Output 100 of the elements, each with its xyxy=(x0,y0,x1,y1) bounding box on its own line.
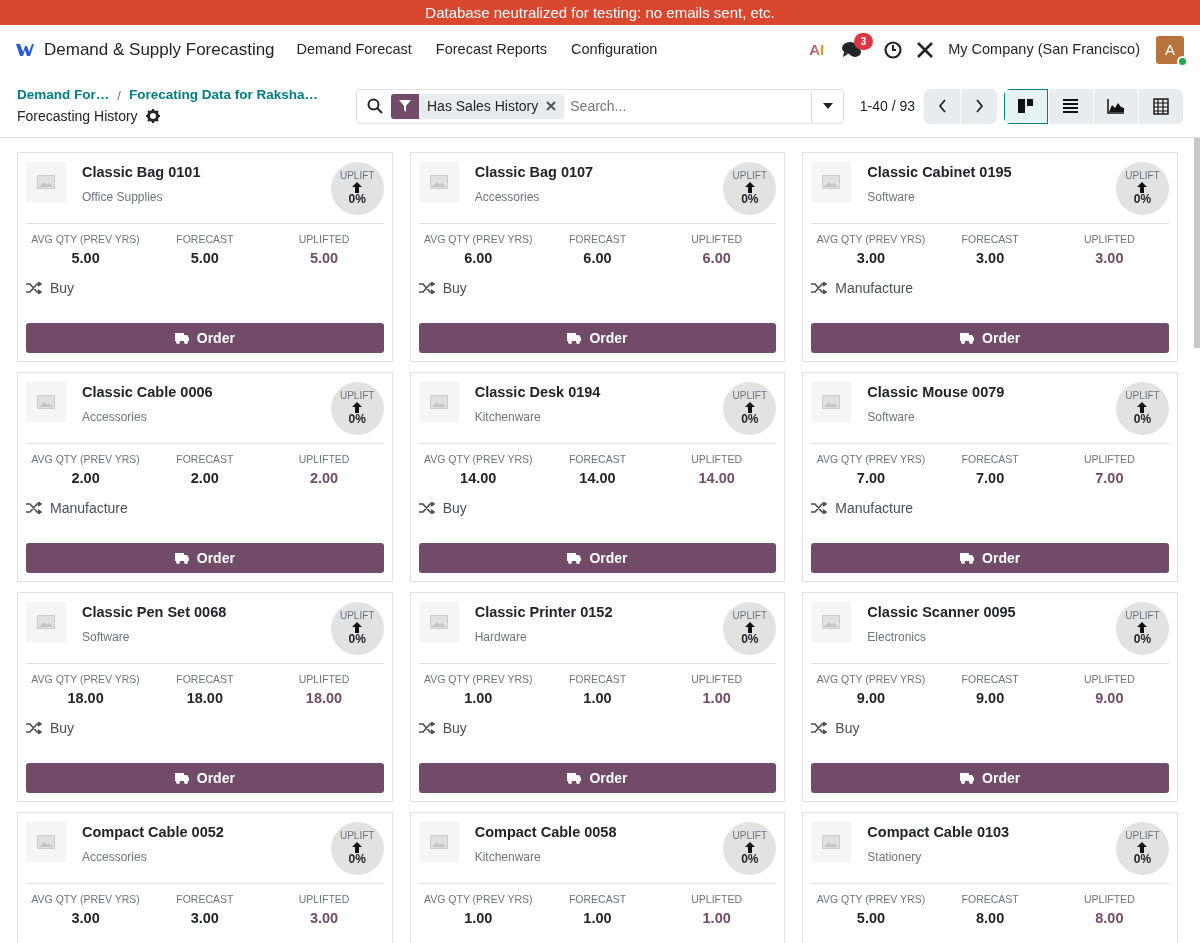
list-icon xyxy=(1062,97,1080,115)
view-switch-button[interactable] xyxy=(1049,88,1093,124)
uplift-value: 0% xyxy=(741,192,759,206)
previous-page-button[interactable] xyxy=(924,88,960,124)
order-button[interactable]: Order xyxy=(26,543,384,573)
stat-value: 5.00 xyxy=(189,248,220,268)
remove-facet-icon[interactable] xyxy=(546,101,557,111)
stat-value: 8.00 xyxy=(975,908,1006,928)
menu-item[interactable]: Forecast Reports xyxy=(435,39,548,61)
truck-icon xyxy=(960,332,975,344)
tools-icon[interactable] xyxy=(916,41,935,59)
uplift-value: 0% xyxy=(348,852,366,866)
product-card[interactable]: Classic Printer 0152 Hardware UPLIFT 0% AVG QTY (PREV YRS) 1.00 FORECAST 1.00 UPLIFTED 1.00 Buy Order xyxy=(409,592,786,802)
stat-label: UPLIFTED xyxy=(297,232,351,247)
uplift-value: 0% xyxy=(1133,852,1152,866)
breadcrumb-link[interactable]: Demand For… xyxy=(17,85,110,106)
image-icon xyxy=(429,615,448,629)
menu-item[interactable]: Configuration xyxy=(571,39,658,61)
truck-icon xyxy=(174,772,189,784)
clock-icon[interactable] xyxy=(884,41,903,59)
stat-label: UPLIFTED xyxy=(297,672,351,687)
stat-label: UPLIFTED xyxy=(1082,232,1136,247)
company-switcher[interactable]: My Company (San Francisco) xyxy=(948,39,1140,61)
product-card[interactable]: Classic Bag 0107 Accessories UPLIFT 0% AVG QTY (PREV YRS) 6.00 FORECAST 6.00 UPLIFTED 6.00 Buy Order xyxy=(409,152,786,362)
order-button[interactable]: Order xyxy=(418,543,777,573)
route-label: Manufacture xyxy=(835,498,914,518)
breadcrumb-separator: / xyxy=(117,86,121,105)
product-category: Hardware xyxy=(474,628,528,646)
image-icon xyxy=(429,835,448,849)
view-switch-button[interactable] xyxy=(1004,88,1048,124)
stat-value: 7.00 xyxy=(855,468,887,488)
uplift-value: 0% xyxy=(741,412,759,426)
stat-value: 6.00 xyxy=(701,248,732,268)
stat-label: AVG QTY (PREV YRS) xyxy=(815,232,927,247)
stat-value: 8.00 xyxy=(1094,908,1125,928)
view-switch-button[interactable] xyxy=(1094,88,1138,124)
image-icon xyxy=(429,395,448,409)
up-arrow-icon xyxy=(1137,401,1148,413)
up-arrow-icon xyxy=(744,621,755,633)
product-card[interactable]: Classic Mouse 0079 Software UPLIFT 0% AVG QTY (PREV YRS) 7.00 FORECAST 7.00 UPLIFTED 7.00 Manufacture Order xyxy=(802,372,1178,582)
product-card[interactable]: Classic Cable 0006 Accessories UPLIFT 0% AVG QTY (PREV YRS) 2.00 FORECAST 2.00 UPLIFTED 2.00 Manufacture Order xyxy=(17,372,393,582)
route-label: Buy xyxy=(835,718,860,738)
uplift-label: UPLIFT xyxy=(339,831,375,842)
product-card[interactable]: Compact Cable 0058 Kitchenware UPLIFT 0% AVG QTY (PREV YRS) 1.00 FORECAST 1.00 UPLIFTED 1.00 xyxy=(409,812,786,943)
scrollbar[interactable] xyxy=(1194,138,1200,348)
shuffle-icon xyxy=(26,722,42,734)
product-name: Classic Mouse 0079 xyxy=(867,383,1006,402)
image-icon xyxy=(822,175,841,189)
up-arrow-icon xyxy=(352,841,363,853)
order-button[interactable]: Order xyxy=(811,323,1169,353)
product-card[interactable]: Compact Cable 0052 Accessories UPLIFT 0% AVG QTY (PREV YRS) 3.00 FORECAST 3.00 UPLIFTED 3.00 xyxy=(17,812,393,943)
image-icon xyxy=(822,615,841,629)
menu-item[interactable]: Demand Forecast xyxy=(296,39,412,61)
stat-value: 1.00 xyxy=(701,688,732,708)
truck-icon xyxy=(960,552,975,564)
product-card[interactable]: Classic Cabinet 0195 Software UPLIFT 0% AVG QTY (PREV YRS) 3.00 FORECAST 3.00 UPLIFTED 3.00 Manufacture Order xyxy=(802,152,1178,362)
stat-value: 3.00 xyxy=(189,908,220,928)
kanban-icon xyxy=(1017,97,1035,115)
product-card[interactable]: Classic Desk 0194 Kitchenware UPLIFT 0% AVG QTY (PREV YRS) 14.00 FORECAST 14.00 UPLIFTED 14.00 Buy Order xyxy=(409,372,786,582)
product-card[interactable]: Classic Scanner 0095 Electronics UPLIFT 0% AVG QTY (PREV YRS) 9.00 FORECAST 9.00 UPLIFTED 9.00 Buy Order xyxy=(802,592,1178,802)
stat-value: 5.00 xyxy=(308,248,340,268)
stat-value: 5.00 xyxy=(855,908,887,928)
user-avatar[interactable]: A xyxy=(1156,36,1184,64)
uplift-label: UPLIFT xyxy=(339,391,375,402)
shuffle-icon xyxy=(811,502,828,514)
product-card[interactable]: Classic Pen Set 0068 Software UPLIFT 0% AVG QTY (PREV YRS) 18.00 FORECAST 18.00 UPLIFTED 18.00 Buy Order xyxy=(17,592,393,802)
order-button[interactable]: Order xyxy=(811,763,1169,793)
uplift-label: UPLIFT xyxy=(732,171,768,182)
truck-icon xyxy=(174,332,189,344)
filter-facet[interactable]: Has Sales History xyxy=(391,93,565,119)
app-name[interactable]: Demand & Supply Forecasting xyxy=(44,37,275,63)
order-button[interactable]: Order xyxy=(26,763,384,793)
next-page-button[interactable] xyxy=(961,88,997,124)
caret-icon[interactable] xyxy=(822,103,833,109)
order-button[interactable]: Order xyxy=(811,543,1169,573)
product-name: Compact Cable 0058 xyxy=(474,823,618,842)
route-label: Buy xyxy=(442,718,467,738)
search-field[interactable]: Has Sales History Search... xyxy=(356,88,844,124)
stat-label: UPLIFTED xyxy=(690,232,744,247)
uplift-value: 0% xyxy=(1133,412,1152,426)
image-icon xyxy=(37,835,55,849)
stat-label: FORECAST xyxy=(960,452,1020,467)
gear-icon[interactable] xyxy=(145,109,160,124)
truck-icon xyxy=(567,552,582,564)
order-button[interactable]: Order xyxy=(418,323,777,353)
up-arrow-icon xyxy=(1137,841,1148,853)
uplift-label: UPLIFT xyxy=(732,391,768,402)
order-button[interactable]: Order xyxy=(418,763,777,793)
image-icon xyxy=(37,615,55,629)
online-status-dot xyxy=(1177,56,1188,67)
product-card[interactable]: Classic Bag 0101 Office Supplies UPLIFT 0% AVG QTY (PREV YRS) 5.00 FORECAST 5.00 UPLIFTED 5.00 Buy Order xyxy=(17,152,393,362)
up-arrow-icon xyxy=(352,621,363,633)
product-name: Classic Cable 0006 xyxy=(82,383,214,402)
view-switch-button[interactable] xyxy=(1139,88,1183,124)
warning-banner: Database neutralized for testing: no emails sent, etc. xyxy=(0,0,1200,25)
app-logo-icon[interactable] xyxy=(16,43,34,57)
breadcrumb-link[interactable]: Forecating Data for Raksha… xyxy=(128,85,318,106)
product-card[interactable]: Compact Cable 0103 Stationery UPLIFT 0% AVG QTY (PREV YRS) 5.00 FORECAST 8.00 UPLIFTED 8.00 xyxy=(802,812,1178,943)
stat-label: UPLIFTED xyxy=(690,892,744,907)
order-button[interactable]: Order xyxy=(26,323,384,353)
